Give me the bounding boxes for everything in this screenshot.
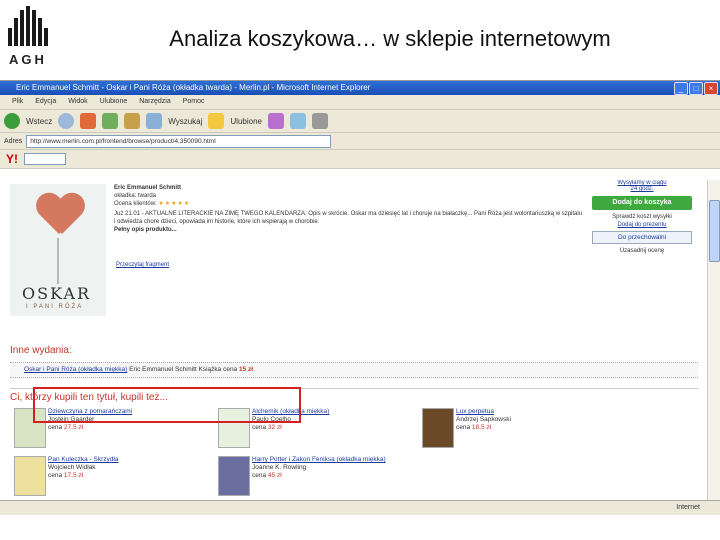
rating-label: Ocena klientów: [114,201,157,207]
product-title-link[interactable]: Lux perpetua [456,408,616,416]
favorites-label[interactable]: Ulubione [230,117,262,126]
internet-zone-icon: Internet [676,504,700,511]
favorites-icon[interactable] [208,113,225,129]
highlight-box [33,387,301,423]
product-card[interactable]: Lux perpetua Andrzej Sapkowski cena 18,5… [422,408,612,448]
product-thumb[interactable] [422,408,454,448]
back-icon[interactable] [4,113,20,129]
search-label[interactable]: Wyszukaj [168,117,202,126]
menu-tools[interactable]: Narzędzia [139,98,171,105]
product-binding: okładka: twarda [114,193,157,199]
extra-link[interactable]: Uzasadnij ocenę [592,248,692,254]
minimize-button[interactable]: _ [674,82,688,95]
agh-logo-text: AGH [9,52,47,67]
product-author[interactable]: Eric Emmanuel Schmitt [114,184,584,192]
edition-row: Oskar i Pani Róża (okładka miękka) Eric … [10,362,698,378]
book-cover-image[interactable]: OSKAR I PANI RÓŻA [10,184,106,316]
add-to-cart-button[interactable]: Dodaj do koszyka [592,196,692,210]
agh-logo: AGH [8,6,48,68]
yahoo-toolbar: Y! [0,150,720,169]
edition-price-label: cena [223,366,238,373]
full-description-link[interactable]: Pełny opis produktu... [114,226,584,234]
status-bar: Internet [0,500,720,515]
address-bar: Adres http://www.merlin.com.pl/frontend/… [0,133,720,150]
slide-title: Analiza koszykowa… w sklepie internetowy… [169,26,611,51]
agh-logo-bars [8,6,48,46]
product-description: Już 21.01 - AKTUALNE LITERACKIE NA ZIMĘ … [114,211,583,225]
edition-type: Książka [198,366,222,373]
read-fragment-link[interactable]: Przeczytaj fragment [116,262,169,268]
back-label[interactable]: Wstecz [26,117,52,126]
product-info: Eric Emmanuel Schmitt okładka: twarda Oc… [114,184,584,234]
scrollbar-thumb[interactable] [709,200,720,262]
edition-title-link[interactable]: Oskar i Pani Róża (okładka miękka) [24,366,127,373]
product-author: Joanne K. Rowling [252,464,307,471]
forward-icon[interactable] [58,113,75,129]
heart-lollipop-icon [36,194,82,240]
product-card[interactable]: Harry Potter i Zakon Feniksa (okładka mi… [218,456,408,496]
menu-favorites[interactable]: Ulubione [100,98,128,105]
shipping-cost-link[interactable]: Sprawdź koszt wysyłki [592,214,692,220]
product-title-link[interactable]: Pan Kuleczka - Skrzydła [48,456,208,464]
search-icon[interactable] [146,113,163,129]
other-editions-heading: Inne wydania: [10,345,72,356]
product-title-link[interactable]: Harry Potter i Zakon Feniksa (okładka mi… [252,456,412,464]
menu-file[interactable]: Plik [12,98,23,105]
edition-author: Eric Emmanuel Schmitt [129,366,197,373]
product-thumb[interactable] [14,456,46,496]
product-price-label: cena [252,472,267,479]
product-author: Wojciech Widłak [48,464,96,471]
rating-row: Ocena klientów: ★★★★★ [114,200,584,208]
product-price-label: cena [48,472,63,479]
print-icon[interactable] [311,113,328,129]
address-input[interactable]: http://www.merlin.com.pl/frontend/browse… [26,134,332,148]
home-icon[interactable] [124,113,141,129]
rating-stars: ★★★★★ [158,201,191,207]
shipping-time: 24 godz. [630,186,654,192]
maximize-button[interactable]: □ [689,82,703,95]
refresh-icon[interactable] [102,113,119,129]
product-price: 45 zł [267,472,282,479]
product-author: Andrzej Sapkowski [456,416,511,423]
window-titlebar: Eric Emmanuel Schmitt - Oskar i Pani Róż… [0,81,720,95]
product-price-label: cena [456,424,471,431]
purchase-panel: Wysyłamy w ciągu 24 godz. Dodaj do koszy… [592,180,692,254]
product-price: 27,5 zł [63,424,84,431]
stop-icon[interactable] [80,113,97,129]
address-label: Adres [4,137,23,145]
product-card[interactable]: Pan Kuleczka - Skrzydła Wojciech Widłak … [14,456,204,496]
menu-view[interactable]: Widok [68,98,87,105]
vertical-scrollbar[interactable] [707,180,720,502]
product-price: 17,5 zł [63,472,84,479]
page-viewport: OSKAR I PANI RÓŻA Eric Emmanuel Schmitt … [0,180,708,502]
hold-button[interactable]: Do przechowalni [592,231,692,244]
menubar: Plik Edycja Widok Ulubione Narzędzia Pom… [0,95,720,110]
cover-subtitle: I PANI RÓŻA [26,304,84,310]
edition-price: 15 zł [239,366,254,373]
mail-icon[interactable] [289,113,306,129]
history-icon[interactable] [267,113,284,129]
product-price: 18,5 zł [471,424,492,431]
product-thumb[interactable] [218,456,250,496]
cover-title: OSKAR [22,284,91,303]
product-price-label: cena [252,424,267,431]
gift-link[interactable]: Dodaj do prezentu [592,222,692,228]
yahoo-logo-icon[interactable]: Y! [6,152,18,166]
menu-help[interactable]: Pomoc [183,98,205,105]
menu-edit[interactable]: Edycja [35,98,56,105]
product-price-label: cena [48,424,63,431]
product-price: 32 zł [267,424,282,431]
window-title: Eric Emmanuel Schmitt - Oskar i Pani Róż… [16,83,371,92]
toolbar: Wstecz Wyszukaj Ulubione [0,110,720,133]
yahoo-search-input[interactable] [24,153,66,165]
close-button[interactable]: × [704,82,718,95]
